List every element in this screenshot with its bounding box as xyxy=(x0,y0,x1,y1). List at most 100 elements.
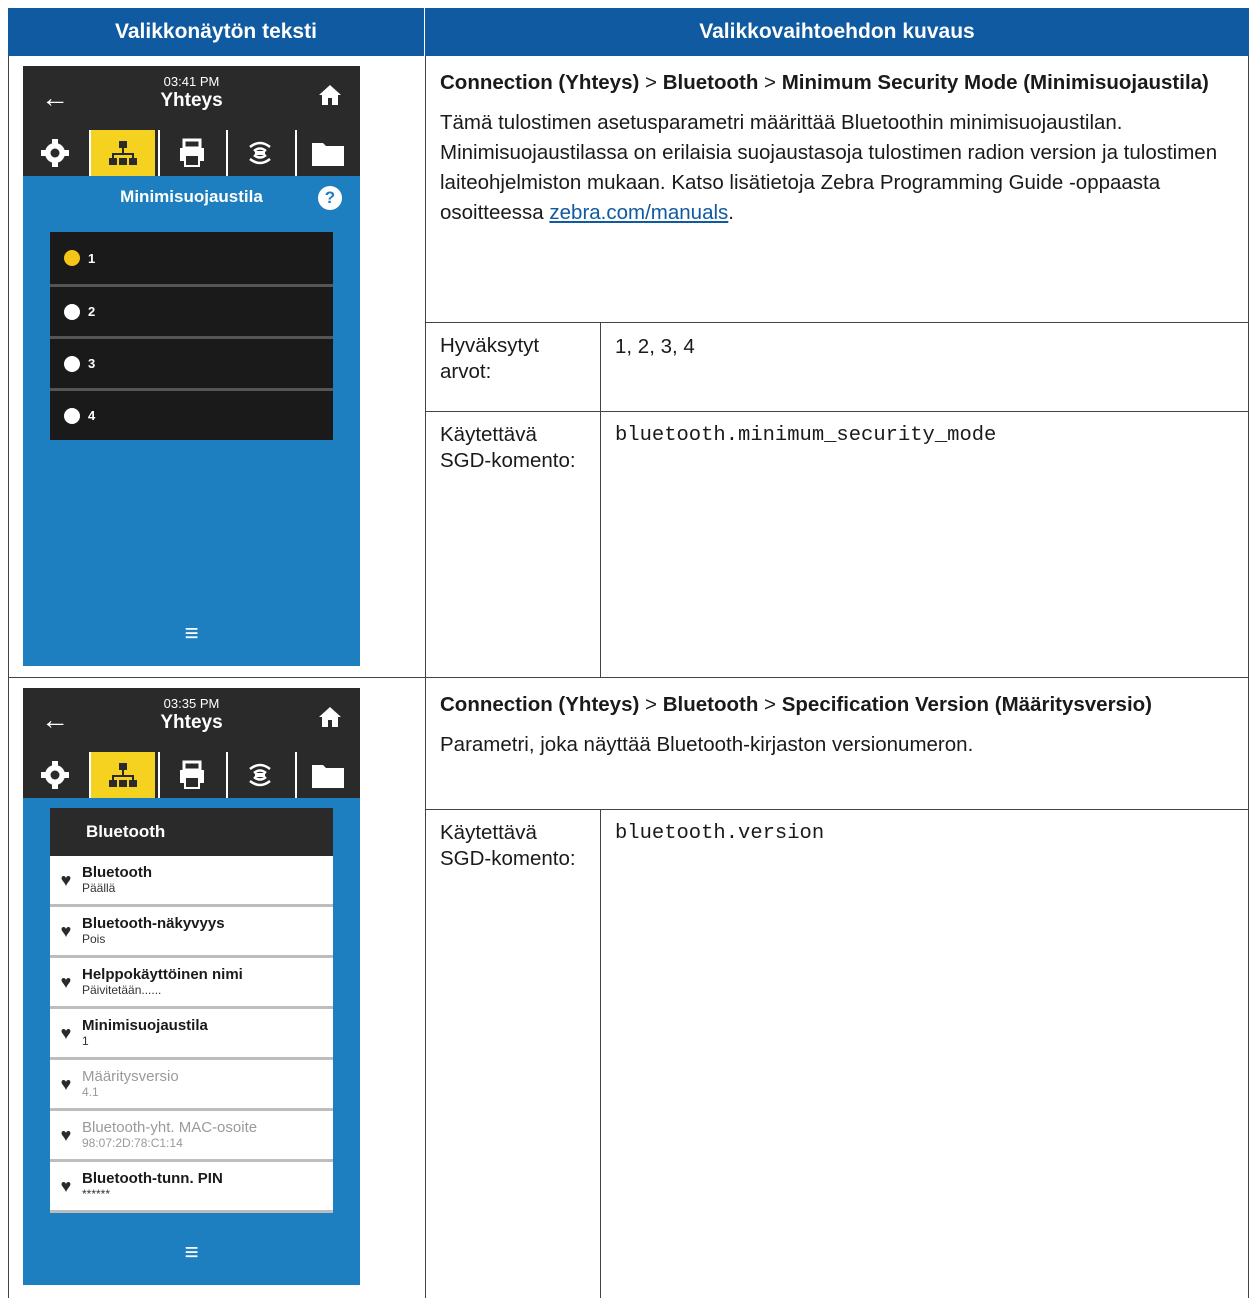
heart-icon: ♥ xyxy=(60,1124,72,1145)
printer-icon xyxy=(179,760,204,789)
table-row: ← 03:35 PM Yhteys Bluetooth ♥ Bluetooth … xyxy=(8,678,1249,1298)
list-item[interactable]: ♥ Määritysversio 4.1 xyxy=(50,1060,333,1111)
tab-connection[interactable] xyxy=(89,752,155,798)
accepted-value: 1, 2, 3, 4 xyxy=(615,335,695,358)
heart-icon: ♥ xyxy=(60,1073,72,1094)
heart-icon: ♥ xyxy=(60,1175,72,1196)
network-icon xyxy=(109,763,138,787)
radio-icon xyxy=(64,355,80,372)
list-item-text: Bluetooth Päällä xyxy=(82,864,152,896)
accepted-label: Hyväksytyt arvot: xyxy=(426,323,601,411)
radio-icon xyxy=(64,407,80,424)
option-1[interactable]: 1 xyxy=(50,232,333,284)
tab-storage[interactable] xyxy=(294,130,360,176)
screen-title: Yhteys xyxy=(160,90,223,111)
top-bar: ← 03:35 PM Yhteys xyxy=(23,688,360,752)
tab-wireless[interactable] xyxy=(226,130,292,176)
list-item-text: Bluetooth-tunn. PIN ****** xyxy=(82,1170,223,1202)
wireless-icon xyxy=(249,763,271,787)
list-item-value: 4.1 xyxy=(82,1085,99,1099)
menu-title: Minimisuojaustila xyxy=(120,187,263,206)
option-label: 1 xyxy=(88,250,96,266)
sgd-value: bluetooth.minimum_security_mode xyxy=(615,424,997,447)
home-icon[interactable] xyxy=(318,84,342,106)
list-item-value: Päällä xyxy=(82,881,116,895)
list-item-value: Pois xyxy=(82,932,106,946)
option-label: 2 xyxy=(88,304,96,319)
printer-screen: ← 03:35 PM Yhteys Bluetooth ♥ Bluetooth … xyxy=(23,688,360,1285)
tab-bar xyxy=(23,130,360,176)
tab-print[interactable] xyxy=(157,130,224,176)
menu-path: Connection (Yhteys) > Bluetooth > Minimu… xyxy=(440,71,1209,94)
settings-list: ♥ Bluetooth Päällä ♥ Bluetooth-näkyvyys Pois ♥… xyxy=(50,856,333,1213)
document-table: Valikkonäytön teksti Valikkovaihtoehdon … xyxy=(8,8,1249,1298)
tab-wireless[interactable] xyxy=(226,752,292,798)
tab-storage[interactable] xyxy=(294,752,360,798)
heart-icon: ♥ xyxy=(60,1022,72,1043)
list-item-text: Bluetooth-näkyvyys Pois xyxy=(82,915,225,947)
network-icon xyxy=(109,141,138,165)
accepted-values-row: Hyväksytyt arvot: 1, 2, 3, 4 xyxy=(426,322,1248,411)
heart-icon: ♥ xyxy=(60,920,72,941)
sgd-label: Käytettävä SGD-komento: xyxy=(426,810,601,1298)
top-bar: ← 03:41 PM Yhteys xyxy=(23,66,360,130)
list-item-text: Minimisuojaustila 1 xyxy=(82,1017,208,1049)
screen-cell: ← 03:35 PM Yhteys Bluetooth ♥ Bluetooth … xyxy=(9,678,426,1298)
hamburger-menu-icon[interactable]: ≡ xyxy=(23,1239,360,1267)
option-label: 3 xyxy=(88,356,96,371)
help-icon[interactable]: ? xyxy=(318,186,342,210)
printer-screen: ← 03:41 PM Yhteys Minimisuojaustila ? 1 … xyxy=(23,66,360,666)
list-item[interactable]: ♥ Bluetooth-näkyvyys Pois xyxy=(50,907,333,958)
list-item-label: Bluetooth xyxy=(82,864,152,881)
section-titlebar: Bluetooth xyxy=(50,808,333,856)
list-item[interactable]: ♥ Bluetooth-yht. MAC-osoite 98:07:2D:78:C1… xyxy=(50,1111,333,1162)
option-list: 1 2 3 4 xyxy=(50,232,333,440)
heart-icon: ♥ xyxy=(60,869,72,890)
tab-settings[interactable] xyxy=(23,752,87,798)
list-item-label: Määritysversio xyxy=(82,1068,179,1085)
sgd-row: Käytettävä SGD-komento: bluetooth.versio… xyxy=(426,809,1248,1298)
list-item-label: Bluetooth-näkyvyys xyxy=(82,915,225,932)
option-4[interactable]: 4 xyxy=(50,388,333,440)
hamburger-menu-icon[interactable]: ≡ xyxy=(23,620,360,648)
sgd-row: Käytettävä SGD-komento: bluetooth.minimu… xyxy=(426,411,1248,677)
option-3[interactable]: 3 xyxy=(50,336,333,388)
wireless-icon xyxy=(249,141,271,165)
section-title: Bluetooth xyxy=(86,822,166,841)
clock: 03:41 PM xyxy=(163,74,220,89)
list-item[interactable]: ♥ Bluetooth Päällä xyxy=(50,856,333,907)
description-text: Tämä tulostimen asetusparametri määrittä… xyxy=(440,111,1218,224)
tab-settings[interactable] xyxy=(23,130,87,176)
table-header: Valikkonäytön teksti Valikkovaihtoehdon … xyxy=(8,8,1249,56)
description-text: Parametri, joka näyttää Bluetooth-kirjas… xyxy=(440,733,974,756)
screen-title: Yhteys xyxy=(160,712,223,733)
description-cell: Connection (Yhteys) > Bluetooth > Specif… xyxy=(426,678,1249,1298)
tab-print[interactable] xyxy=(157,752,224,798)
menu-path: Connection (Yhteys) > Bluetooth > Specif… xyxy=(440,693,1153,716)
tab-bar xyxy=(23,752,360,798)
list-item-label: Minimisuojaustila xyxy=(82,1017,208,1034)
list-item[interactable]: ♥ Helppokäyttöinen nimi Päivitetään...... xyxy=(50,958,333,1009)
sgd-value: bluetooth.version xyxy=(615,822,825,845)
list-item-label: Bluetooth-yht. MAC-osoite xyxy=(82,1119,258,1136)
list-item-text: Määritysversio 4.1 xyxy=(82,1068,179,1100)
header-col1: Valikkonäytön teksti xyxy=(8,8,425,56)
list-item-label: Helppokäyttöinen nimi xyxy=(82,966,243,983)
gear-icon xyxy=(40,139,69,167)
tab-connection[interactable] xyxy=(89,130,155,176)
list-item-text: Bluetooth-yht. MAC-osoite 98:07:2D:78:C1:… xyxy=(82,1119,258,1151)
gear-icon xyxy=(40,761,69,789)
radio-icon xyxy=(64,303,80,320)
manuals-link[interactable]: zebra.com/manuals xyxy=(549,201,728,224)
list-item[interactable]: ♥ Minimisuojaustila 1 xyxy=(50,1009,333,1060)
sgd-label: Käytettävä SGD-komento: xyxy=(426,412,601,677)
home-icon[interactable] xyxy=(318,706,342,728)
list-item-text: Helppokäyttöinen nimi Päivitetään...... xyxy=(82,966,243,998)
description-cell: Connection (Yhteys) > Bluetooth > Minimu… xyxy=(426,56,1249,677)
option-2[interactable]: 2 xyxy=(50,284,333,336)
list-item-value: 98:07:2D:78:C1:14 xyxy=(82,1136,183,1150)
option-label: 4 xyxy=(88,408,96,423)
list-item-value: Päivitetään...... xyxy=(82,983,162,997)
list-item[interactable]: ♥ Bluetooth-tunn. PIN ****** xyxy=(50,1162,333,1213)
list-item-label: Bluetooth-tunn. PIN xyxy=(82,1170,223,1187)
